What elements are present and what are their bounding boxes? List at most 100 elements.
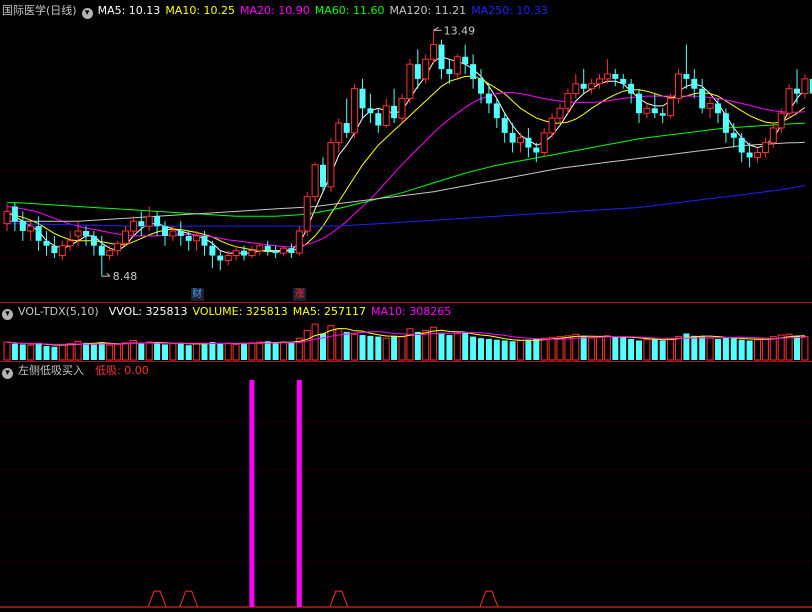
price-panel[interactable]: 国际医学(日线) ▾ MA5: 10.13 MA10: 10.25 MA20: 10.9…	[0, 0, 812, 302]
candle-body	[493, 103, 500, 119]
volume-bar	[224, 343, 232, 361]
candle	[525, 127, 532, 158]
candle-body	[525, 137, 532, 148]
candle	[232, 245, 240, 261]
candle	[177, 221, 184, 246]
event-badge[interactable]: 财	[190, 288, 204, 301]
volume-bar	[485, 338, 492, 360]
candle	[588, 78, 596, 94]
candle-body	[722, 113, 729, 133]
chevron-down-icon[interactable]: ▾	[81, 8, 93, 19]
candle-body	[572, 83, 580, 95]
volume-bar	[730, 338, 737, 360]
ma-line-ma20	[6, 92, 805, 248]
candle	[446, 59, 453, 84]
candle-body	[501, 118, 508, 133]
volume-bar	[493, 339, 500, 360]
candle-body	[209, 245, 216, 256]
volume-bar	[241, 343, 247, 360]
candle-body	[11, 206, 18, 222]
volume-bar	[351, 333, 359, 361]
candle	[320, 157, 326, 192]
indicator-value: 低吸: 0.00	[95, 364, 149, 377]
candle-body	[754, 152, 761, 158]
candle-body	[264, 245, 271, 251]
chevron-down-icon[interactable]: ▾	[2, 368, 13, 379]
volume-bar	[754, 339, 761, 361]
candle	[83, 226, 89, 246]
candlestick-chart[interactable]: 13.49 8.48	[0, 0, 812, 302]
candle	[699, 78, 706, 114]
volume-bar	[162, 344, 168, 360]
event-badge[interactable]: 涨	[293, 288, 307, 301]
candle	[612, 69, 619, 87]
volume-bar	[769, 336, 777, 361]
candle-body	[636, 93, 642, 114]
candle	[51, 235, 58, 259]
candle-body	[154, 216, 161, 227]
ma-legend-item: MA20: 10.90	[240, 4, 310, 17]
volume-bar	[43, 345, 50, 360]
volume-bar	[11, 343, 18, 360]
candle-body	[343, 123, 350, 133]
low-price-label: 8.48	[113, 270, 138, 283]
candle	[391, 88, 398, 124]
candle	[145, 206, 153, 232]
volume-bar	[533, 338, 540, 360]
volume-bar	[414, 331, 421, 360]
volume-bar	[303, 329, 311, 361]
volume-bar	[446, 335, 453, 360]
candle	[794, 69, 800, 104]
signal-triangle	[179, 590, 199, 608]
candle	[722, 108, 729, 143]
volume-bar	[699, 336, 706, 360]
candle-body	[485, 93, 492, 104]
candle	[540, 127, 548, 158]
volume-bar	[138, 343, 145, 360]
volume-legend-item: MA10: 308265	[371, 305, 452, 318]
candle-body	[462, 56, 469, 65]
candle-body	[478, 78, 484, 94]
chevron-down-icon[interactable]: ▾	[2, 309, 13, 320]
candle-body	[643, 107, 651, 114]
candle-body	[272, 250, 279, 254]
volume-bar	[651, 338, 658, 360]
volume-bar	[540, 337, 548, 361]
indicator-chart[interactable]	[0, 362, 812, 612]
volume-bar	[359, 335, 366, 360]
candle-body	[193, 235, 201, 242]
candle	[375, 108, 382, 133]
candle	[248, 245, 256, 259]
volume-bar	[406, 328, 414, 361]
candle	[414, 49, 421, 89]
high-price-label: 13.49	[444, 24, 476, 37]
volume-panel[interactable]: ▾ VOL-TDX(5,10) VVOL: 325813 VOLUME: 325813…	[0, 303, 812, 361]
price-header: 国际医学(日线) ▾ MA5: 10.13 MA10: 10.25 MA20: 10.9…	[2, 3, 558, 19]
candle-body	[359, 88, 366, 109]
ma-legend-item: MA250: 10.33	[471, 4, 548, 17]
volume-bar	[201, 344, 208, 360]
candle	[162, 221, 168, 246]
volume-bar	[517, 340, 524, 361]
candle	[256, 243, 264, 256]
volume-title: VOL-TDX(5,10)	[18, 305, 99, 318]
candle	[406, 59, 414, 104]
candle-body	[19, 221, 26, 232]
candle-body	[699, 88, 706, 109]
candle-body	[295, 230, 303, 254]
volume-bar	[596, 336, 603, 361]
indicator-panel[interactable]: ▾ 左侧低吸买入 低吸: 0.00	[0, 362, 812, 612]
volume-bar	[643, 339, 651, 361]
volume-bar	[106, 344, 114, 361]
candle-body	[43, 240, 50, 246]
volume-bar	[580, 336, 587, 360]
volume-bar	[66, 343, 74, 361]
candle	[66, 231, 74, 251]
candle	[43, 231, 50, 256]
candle	[114, 240, 122, 256]
candle	[295, 226, 303, 256]
candle	[106, 245, 114, 261]
candle	[485, 83, 492, 114]
candle	[754, 147, 761, 163]
volume-bar	[122, 342, 129, 361]
